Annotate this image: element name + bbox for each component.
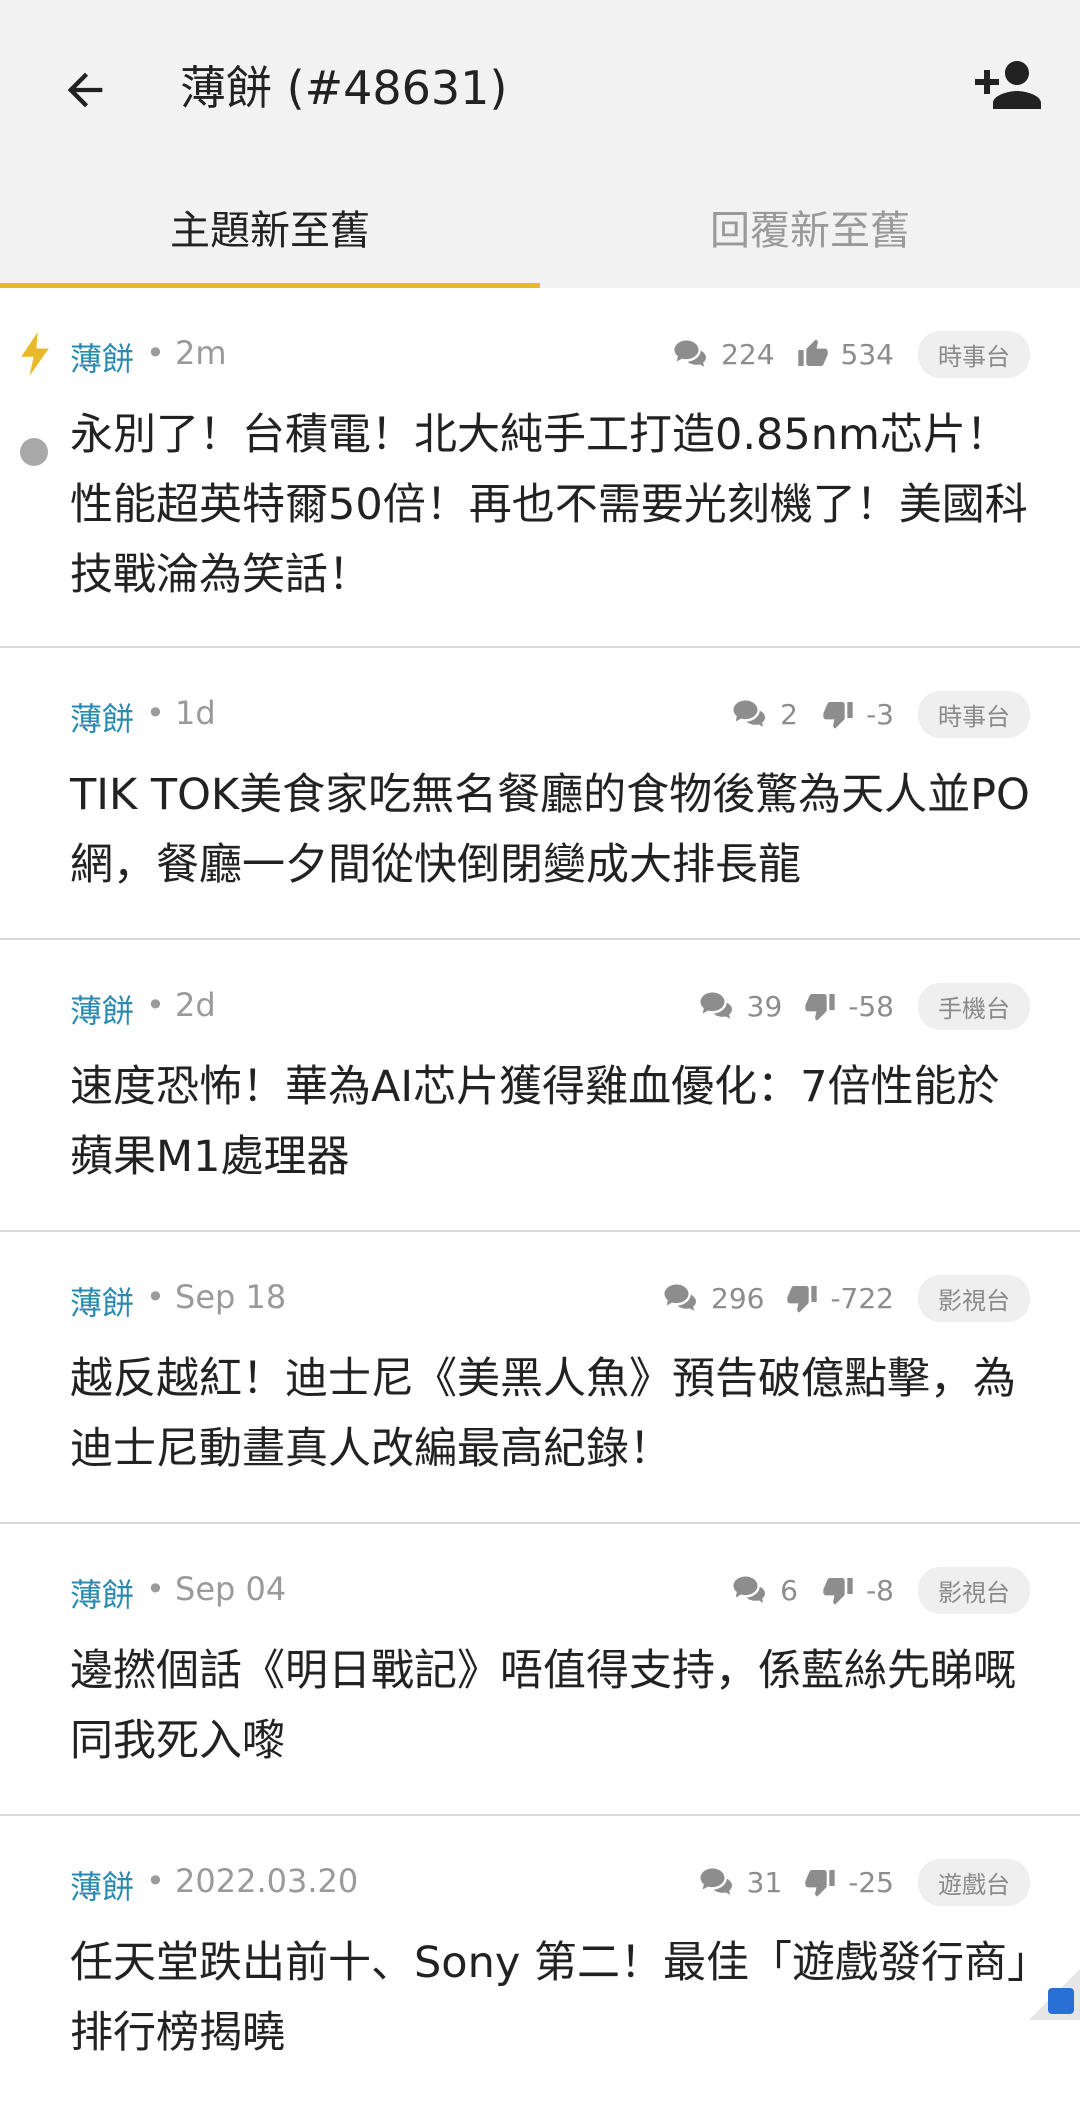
vote-count: -722	[786, 1282, 894, 1315]
post-time: • 2d	[146, 986, 216, 1024]
scroll-to-top-icon[interactable]	[1048, 1988, 1074, 2014]
author-name[interactable]: 薄餅	[70, 986, 134, 1032]
chat-bubble-icon	[733, 700, 766, 727]
chat-bubble-icon	[733, 1576, 766, 1603]
post-meta: 薄餅 • 1d 2 -3 時事台	[0, 690, 1080, 740]
thumbs-down-icon	[823, 702, 853, 729]
list-item[interactable]: 薄餅 • 2022.03.20 31 -25 遊戲台 任天堂跌出前十、Sony …	[0, 1816, 1080, 2116]
post-stats: 6 -8 影視台	[732, 1566, 1030, 1614]
thumbs-down-icon	[805, 994, 835, 1021]
reply-count: 2	[732, 697, 800, 731]
vote-count: -25	[804, 1866, 894, 1899]
tab-topics-newest[interactable]: 主題新至舊	[0, 198, 540, 256]
chat-bubble-icon	[700, 992, 732, 1019]
app-header: 薄餅 (#48631) 主題新至舊 回覆新至舊	[0, 0, 1080, 288]
post-title[interactable]: 速度恐怖！華為AI芯片獲得雞血優化：7倍性能於蘋果M1處理器	[70, 1052, 1040, 1192]
post-title[interactable]: TIK TOK美食家吃無名餐廳的食物後驚為天人並PO網，餐廳一夕間從快倒閉變成大…	[70, 760, 1040, 900]
channel-badge[interactable]: 手機台	[918, 982, 1030, 1030]
post-time: • 2022.03.20	[146, 1862, 359, 1900]
lightning-bolt-icon	[21, 332, 49, 376]
post-meta: 薄餅 • 2m 224 534 時事台	[0, 330, 1080, 380]
post-title[interactable]: 永別了！台積電！北大純手工打造0.85nm芯片！性能超英特爾50倍！再也不需要光…	[70, 400, 1040, 610]
person-add-icon	[975, 61, 1041, 109]
post-title[interactable]: 任天堂跌出前十、Sony 第二！最佳「遊戲發行商」排行榜揭曉	[70, 1928, 1040, 2068]
reply-count: 296	[663, 1281, 764, 1315]
post-stats: 2 -3 時事台	[732, 690, 1030, 738]
thumbs-down-icon	[787, 1286, 818, 1313]
arrow-left-icon	[67, 72, 103, 108]
post-stats: 224 534 時事台	[673, 330, 1030, 378]
post-stats: 39 -58 手機台	[699, 982, 1030, 1030]
reply-count: 224	[673, 337, 775, 371]
list-item[interactable]: 薄餅 • 2m 224 534 時事台 永別了！台積電！北大純手工打造0.85n…	[0, 288, 1080, 648]
post-time: • Sep 04	[146, 1570, 287, 1608]
post-meta: 薄餅 • Sep 18 296 -722 影視台	[0, 1274, 1080, 1324]
post-stats: 31 -25 遊戲台	[699, 1858, 1030, 1906]
post-title[interactable]: 越反越紅！迪士尼《美黑人魚》預告破億點擊，為迪士尼動畫真人改編最高紀錄！	[70, 1344, 1040, 1484]
channel-badge[interactable]: 遊戲台	[918, 1858, 1030, 1906]
post-meta: 薄餅 • 2d 39 -58 手機台	[0, 982, 1080, 1032]
post-time: • Sep 18	[146, 1278, 287, 1316]
vote-count: -8	[822, 1574, 894, 1607]
chat-bubble-icon	[664, 1284, 696, 1311]
reply-count: 31	[699, 1865, 782, 1899]
page-title: 薄餅 (#48631)	[180, 61, 508, 115]
author-name[interactable]: 薄餅	[70, 1278, 134, 1324]
post-stats: 296 -722 影視台	[663, 1274, 1030, 1322]
list-item[interactable]: 薄餅 • Sep 04 6 -8 影視台 邊撚個話《明日戰記》唔值得支持，係藍絲…	[0, 1524, 1080, 1816]
unread-dot	[20, 438, 48, 466]
channel-badge[interactable]: 時事台	[918, 690, 1030, 738]
chat-bubble-icon	[700, 1868, 732, 1895]
reply-count: 39	[699, 989, 782, 1023]
reply-count: 6	[732, 1573, 800, 1607]
post-time: • 1d	[146, 694, 216, 732]
thumbs-up-icon	[797, 339, 828, 366]
vote-count: -58	[804, 990, 894, 1023]
list-item[interactable]: 薄餅 • Sep 18 296 -722 影視台 越反越紅！迪士尼《美黑人魚》預…	[0, 1232, 1080, 1524]
back-button[interactable]	[50, 55, 120, 125]
add-user-button[interactable]	[968, 50, 1048, 120]
author-name[interactable]: 薄餅	[70, 1862, 134, 1908]
vote-count: -3	[822, 698, 894, 731]
thumbs-down-icon	[805, 1870, 835, 1897]
channel-badge[interactable]: 影視台	[918, 1566, 1030, 1614]
post-title[interactable]: 邊撚個話《明日戰記》唔值得支持，係藍絲先睇嘅同我死入嚟	[70, 1636, 1040, 1776]
post-time: • 2m	[146, 334, 227, 372]
tab-replies-newest[interactable]: 回覆新至舊	[540, 198, 1080, 256]
channel-badge[interactable]: 時事台	[918, 330, 1030, 378]
thumbs-down-icon	[823, 1578, 853, 1605]
post-list: 薄餅 • 2m 224 534 時事台 永別了！台積電！北大純手工打造0.85n…	[0, 288, 1080, 2116]
list-item[interactable]: 薄餅 • 2d 39 -58 手機台 速度恐怖！華為AI芯片獲得雞血優化：7倍性…	[0, 940, 1080, 1232]
vote-count: 534	[797, 338, 894, 371]
post-meta: 薄餅 • 2022.03.20 31 -25 遊戲台	[0, 1858, 1080, 1908]
channel-badge[interactable]: 影視台	[918, 1274, 1030, 1322]
author-name[interactable]: 薄餅	[70, 694, 134, 740]
list-item[interactable]: 薄餅 • 1d 2 -3 時事台 TIK TOK美食家吃無名餐廳的食物後驚為天人…	[0, 648, 1080, 940]
post-meta: 薄餅 • Sep 04 6 -8 影視台	[0, 1566, 1080, 1616]
author-name[interactable]: 薄餅	[70, 1570, 134, 1616]
chat-bubble-icon	[674, 340, 707, 367]
author-name[interactable]: 薄餅	[70, 334, 134, 380]
